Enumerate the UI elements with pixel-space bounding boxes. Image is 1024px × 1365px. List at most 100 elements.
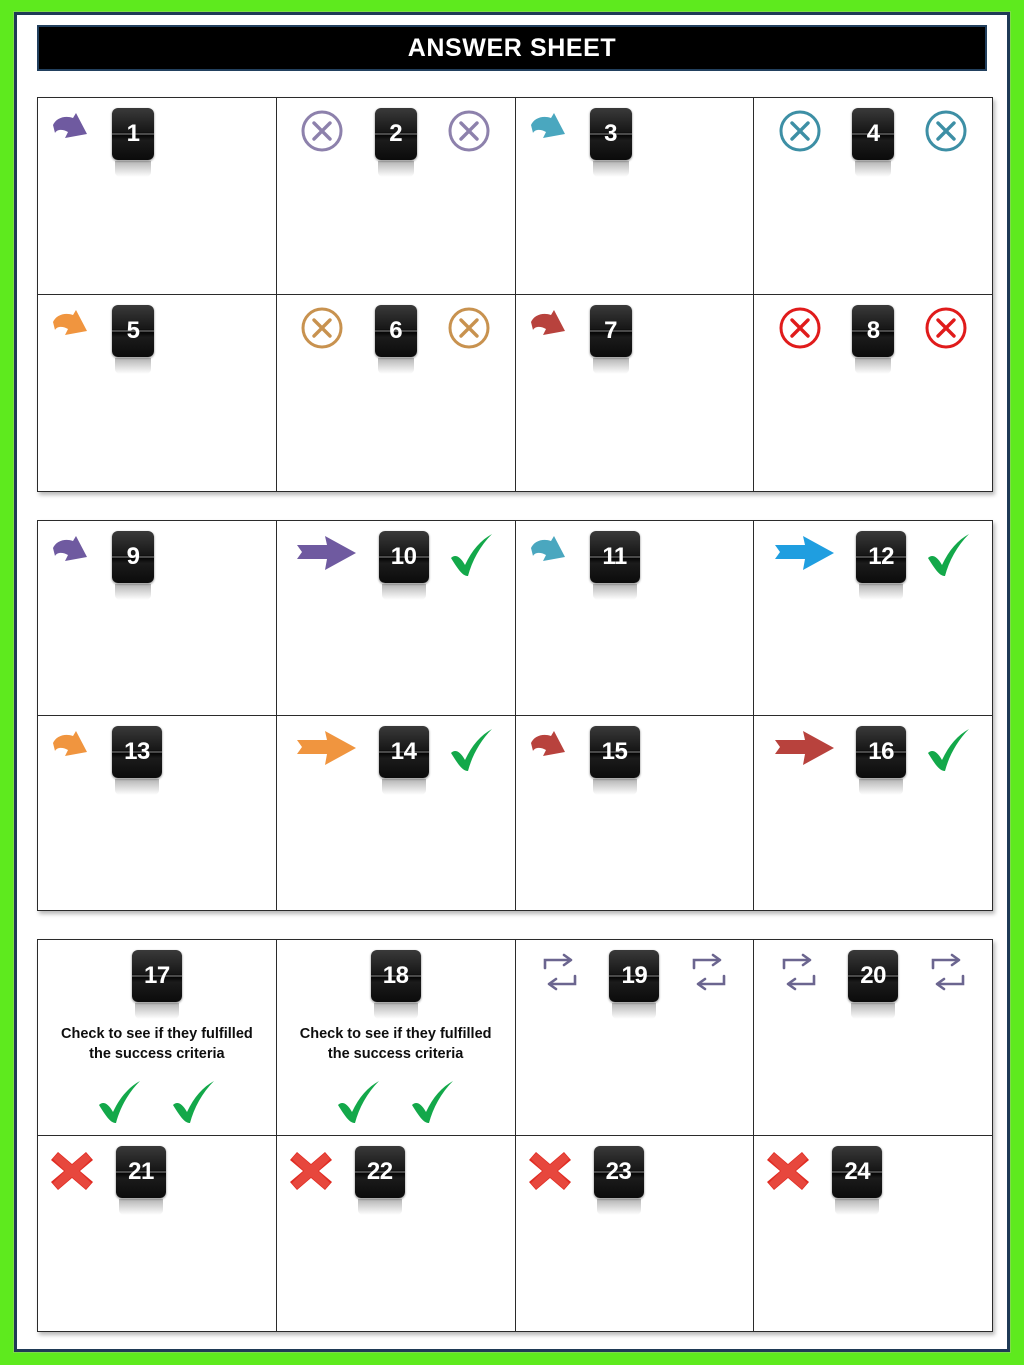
question-number-badge: 24 (832, 1146, 883, 1215)
question-number: 14 (378, 726, 429, 778)
cell-inner: 12 (754, 521, 992, 715)
answer-cell[interactable]: 11 (514, 520, 755, 716)
circle-x-wrap (299, 108, 345, 154)
check-row (46, 1078, 268, 1128)
question-number: 12 (856, 531, 907, 583)
answer-cell[interactable]: 17 Check to see if they fulfilled the suc… (37, 939, 277, 1136)
tables-host: 1 2 3 4 5 6 7 8 9 10 11 12 13 14 15 16 17 Check to see if… (29, 97, 995, 1332)
cell-top: 10 (285, 531, 507, 600)
answer-cell[interactable]: 24 (753, 1135, 993, 1332)
badge-reflection (115, 358, 151, 374)
check-wrap (923, 726, 975, 776)
table-two: 9 10 11 12 13 14 15 16 (37, 520, 993, 911)
cell-top: 12 (762, 531, 984, 600)
answer-cell[interactable]: 13 (37, 715, 277, 911)
answer-cell[interactable]: 7 (514, 294, 755, 492)
answer-cell[interactable]: 23 (514, 1135, 755, 1332)
answer-cell[interactable]: 1 (37, 97, 277, 295)
check-icon (450, 534, 492, 576)
cycle-arrow-wrap (776, 950, 822, 994)
answer-cell[interactable]: 12 (753, 520, 993, 716)
answer-cell[interactable]: 20 (753, 939, 993, 1136)
cell-inner: 24 (754, 1136, 992, 1331)
cell-inner: 19 (516, 940, 754, 1135)
red-x-wrap (762, 1146, 814, 1196)
circle-x-wrap (923, 108, 969, 154)
answer-cell[interactable]: 3 (514, 97, 755, 295)
check-wrap (446, 726, 498, 776)
cycle-arrow-icon (931, 953, 964, 991)
cell-inner: 11 (516, 521, 754, 715)
cell-top: 21 (46, 1146, 268, 1215)
answer-cell[interactable]: 10 (275, 520, 516, 716)
answer-cell[interactable]: 4 (753, 97, 993, 295)
answer-cell[interactable]: 22 (275, 1135, 516, 1332)
answer-sheet-page: ANSWER SHEET 1 2 3 4 5 6 7 8 9 10 11 12 13 14 15 16 17 Ch… (14, 12, 1010, 1352)
answer-cell[interactable]: 6 (275, 294, 516, 492)
check-wrap (407, 1078, 459, 1128)
badge-reflection (115, 584, 151, 600)
check-wrap (168, 1078, 220, 1128)
question-number-badge: 1 (112, 108, 154, 177)
badge-reflection (357, 1199, 402, 1215)
cell-inner: 17 Check to see if they fulfilled the suc… (38, 940, 276, 1135)
question-number: 18 (370, 950, 421, 1002)
question-number-badge: 9 (112, 531, 154, 600)
cell-inner: 14 (277, 716, 515, 910)
check-icon (337, 1081, 379, 1123)
cycle-arrow-wrap (686, 950, 732, 994)
check-row (285, 1078, 507, 1128)
question-number: 8 (852, 305, 895, 357)
cycle-arrow-icon (782, 953, 815, 991)
badge-reflection (381, 779, 426, 795)
question-number: 1 (112, 108, 154, 160)
straight-arrow-right-wrap (771, 531, 839, 575)
answer-cell[interactable]: 21 (37, 1135, 277, 1332)
question-number-badge: 12 (856, 531, 907, 600)
question-number: 20 (848, 950, 899, 1002)
answer-cell[interactable]: 2 (275, 97, 516, 295)
circle-x-icon (779, 110, 821, 152)
question-number: 19 (609, 950, 660, 1002)
cycle-arrow-wrap (925, 950, 971, 994)
cell-inner: 8 (754, 295, 992, 491)
badge-reflection (115, 161, 151, 177)
answer-cell[interactable]: 15 (514, 715, 755, 911)
answer-cell[interactable]: 19 (514, 939, 755, 1136)
circle-x-icon (448, 307, 490, 349)
question-number-badge: 23 (593, 1146, 644, 1215)
answer-cell[interactable]: 18 Check to see if they fulfilled the suc… (275, 939, 516, 1136)
circle-x-icon (448, 110, 490, 152)
cell-top: 19 (524, 950, 746, 1019)
red-x-wrap (46, 1146, 98, 1196)
answer-cell[interactable]: 9 (37, 520, 277, 716)
question-number: 5 (112, 305, 154, 357)
question-number: 23 (593, 1146, 644, 1198)
question-number-badge: 18 (370, 950, 421, 1019)
answer-cell[interactable]: 5 (37, 294, 277, 492)
check-wrap (333, 1078, 385, 1128)
cell-top: 13 (46, 726, 268, 795)
check-wrap (446, 531, 498, 581)
bent-arrow-down-right-icon (51, 111, 89, 140)
question-number: 10 (378, 531, 429, 583)
bent-arrow-down-right-icon (528, 308, 567, 337)
question-number-badge: 2 (374, 108, 417, 177)
answer-cell[interactable]: 16 (753, 715, 993, 911)
bent-arrow-down-right-icon (528, 111, 567, 140)
cycle-arrow-icon (692, 953, 726, 991)
cell-top: 1 (46, 108, 268, 177)
question-number-badge: 6 (374, 305, 417, 374)
badge-reflection (596, 1199, 641, 1215)
circle-x-wrap (446, 305, 492, 351)
answer-cell[interactable]: 8 (753, 294, 993, 492)
circle-x-icon (925, 307, 967, 349)
question-number: 2 (374, 108, 417, 160)
badge-reflection (859, 584, 904, 600)
straight-arrow-right-wrap (293, 531, 361, 575)
circle-x-icon (301, 110, 343, 152)
badge-reflection (115, 779, 159, 795)
badge-reflection (592, 161, 629, 177)
table-one: 1 2 3 4 5 6 7 8 (37, 97, 993, 492)
answer-cell[interactable]: 14 (275, 715, 516, 911)
